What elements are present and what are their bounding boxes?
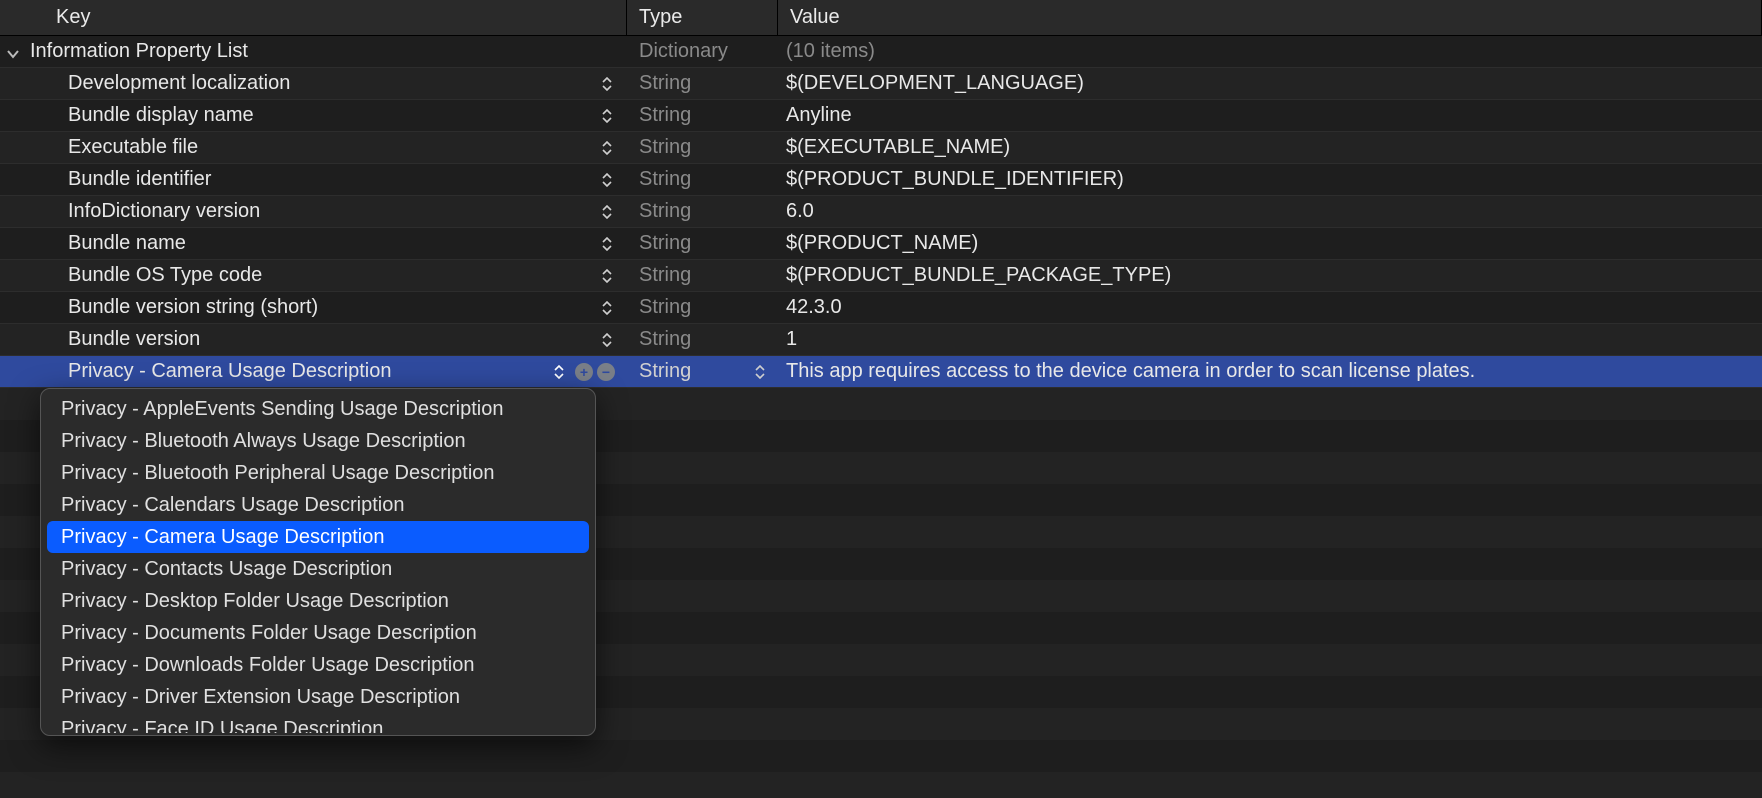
add-row-button[interactable]: + [575, 363, 593, 381]
column-header-key[interactable]: Key [0, 0, 627, 36]
dropdown-item[interactable]: Privacy - Bluetooth Always Usage Descrip… [47, 425, 589, 457]
row-key-label: Privacy - Camera Usage Description [68, 360, 391, 383]
row-key-label: Development localization [68, 72, 290, 95]
column-header-type[interactable]: Type [627, 0, 778, 36]
empty-row [0, 740, 1762, 772]
key-stepper-icon[interactable] [601, 203, 613, 221]
dropdown-item[interactable]: Privacy - Driver Extension Usage Descrip… [47, 681, 589, 713]
chevron-down-icon[interactable] [6, 44, 22, 60]
dropdown-item[interactable]: Privacy - Face ID Usage Description [47, 713, 589, 733]
key-stepper-icon[interactable] [553, 363, 565, 381]
dropdown-item[interactable]: Privacy - AppleEvents Sending Usage Desc… [47, 393, 589, 425]
row-type-label: String [639, 104, 691, 127]
dropdown-item[interactable]: Privacy - Desktop Folder Usage Descripti… [47, 585, 589, 617]
row-value-label[interactable]: This app requires access to the device c… [786, 360, 1475, 383]
row-value-label: (10 items) [786, 40, 875, 63]
row-type-label: String [639, 328, 691, 351]
dropdown-item[interactable]: Privacy - Calendars Usage Description [47, 489, 589, 521]
row-key-label: Bundle name [68, 232, 186, 255]
row-key-label: Bundle OS Type code [68, 264, 262, 287]
dropdown-item-highlighted[interactable]: Privacy - Camera Usage Description [47, 521, 589, 553]
row-value-label[interactable]: 6.0 [786, 200, 814, 223]
row-type-label: String [639, 72, 691, 95]
dropdown-item[interactable]: Privacy - Contacts Usage Description [47, 553, 589, 585]
row-key-label: Bundle version [68, 328, 200, 351]
empty-row [0, 772, 1762, 798]
key-stepper-icon[interactable] [601, 235, 613, 253]
key-stepper-icon[interactable] [601, 331, 613, 349]
row-key-label: InfoDictionary version [68, 200, 260, 223]
row-type-label: String [639, 200, 691, 223]
row-type-label: String [639, 168, 691, 191]
row-key-label: Bundle identifier [68, 168, 211, 191]
row-type-label: String [639, 296, 691, 319]
key-autocomplete-dropdown[interactable]: Privacy - AppleEvents Sending Usage Desc… [40, 388, 596, 736]
row-type-label: String [639, 264, 691, 287]
remove-row-button[interactable]: − [597, 363, 615, 381]
row-key-label: Bundle display name [68, 104, 254, 127]
key-stepper-icon[interactable] [601, 139, 613, 157]
key-stepper-icon[interactable] [601, 267, 613, 285]
dropdown-item[interactable]: Privacy - Bluetooth Peripheral Usage Des… [47, 457, 589, 489]
row-value-label[interactable]: $(PRODUCT_NAME) [786, 232, 978, 255]
row-value-label[interactable]: $(DEVELOPMENT_LANGUAGE) [786, 72, 1084, 95]
row-type-label: String [639, 360, 691, 383]
column-header-value[interactable]: Value [778, 0, 1762, 36]
type-stepper-icon[interactable] [754, 363, 766, 381]
row-key-label: Bundle version string (short) [68, 296, 318, 319]
key-stepper-icon[interactable] [601, 75, 613, 93]
row-type-label: String [639, 232, 691, 255]
row-value-label[interactable]: 42.3.0 [786, 296, 842, 319]
dropdown-item[interactable]: Privacy - Downloads Folder Usage Descrip… [47, 649, 589, 681]
row-value-label[interactable]: $(PRODUCT_BUNDLE_IDENTIFIER) [786, 168, 1124, 191]
row-type-label: Dictionary [639, 40, 728, 63]
row-value-label[interactable]: Anyline [786, 104, 852, 127]
row-value-label[interactable]: $(PRODUCT_BUNDLE_PACKAGE_TYPE) [786, 264, 1171, 287]
row-value-label[interactable]: 1 [786, 328, 797, 351]
row-type-label: String [639, 136, 691, 159]
key-stepper-icon[interactable] [601, 299, 613, 317]
dropdown-item[interactable]: Privacy - Documents Folder Usage Descrip… [47, 617, 589, 649]
row-key-label: Information Property List [30, 40, 248, 63]
key-stepper-icon[interactable] [601, 107, 613, 125]
row-key-label: Executable file [68, 136, 198, 159]
row-value-label[interactable]: $(EXECUTABLE_NAME) [786, 136, 1010, 159]
key-stepper-icon[interactable] [601, 171, 613, 189]
